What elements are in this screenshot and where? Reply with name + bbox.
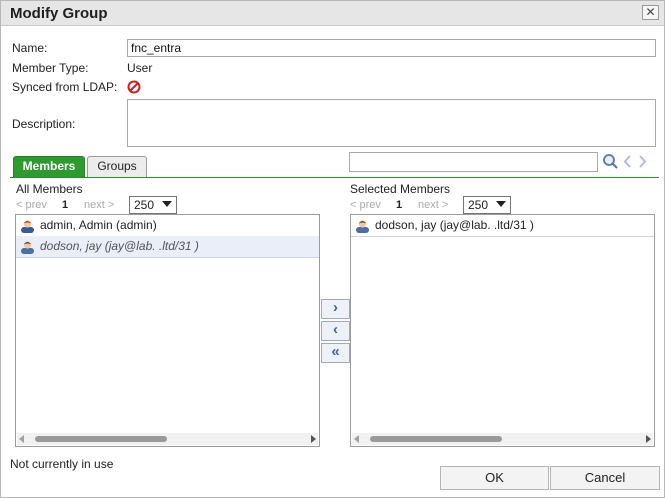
list-item[interactable]: admin, Admin (admin) (16, 215, 319, 236)
all-members-list[interactable]: admin, Admin (admin) dodson, jay (jay@la… (15, 214, 320, 447)
scroll-left-icon[interactable] (19, 435, 24, 443)
user-icon (356, 220, 369, 233)
all-members-next-link[interactable]: next > (84, 199, 114, 211)
all-members-page-size-value: 250 (134, 198, 155, 212)
dialog-title: Modify Group (10, 5, 108, 22)
list-item-label: dodson, jay (jay@lab. .ltd/31 ) (40, 239, 199, 253)
member-type-value: User (127, 61, 153, 75)
usage-status: Not currently in use (10, 457, 114, 471)
close-button[interactable]: ✕ (642, 5, 659, 20)
all-members-scrollbar[interactable] (17, 433, 318, 445)
ok-button[interactable]: OK (440, 466, 549, 490)
scroll-right-icon[interactable] (646, 435, 651, 443)
search-input[interactable] (349, 152, 598, 172)
all-members-prev-link[interactable]: < prev (16, 199, 47, 211)
synced-ldap-label: Synced from LDAP: (12, 80, 118, 94)
cancel-button[interactable]: Cancel (550, 466, 660, 490)
all-members-page-size-select[interactable]: 250 (129, 196, 177, 214)
list-item[interactable]: dodson, jay (jay@lab. .ltd/31 ) (16, 236, 319, 257)
selected-members-page-size-select[interactable]: 250 (463, 196, 511, 214)
add-member-button[interactable]: › (321, 299, 350, 319)
tab-groups[interactable]: Groups (87, 156, 147, 177)
remove-member-button[interactable]: ‹ (321, 321, 350, 341)
description-field[interactable] (127, 99, 656, 147)
selected-members-prev-link[interactable]: < prev (350, 199, 381, 211)
list-item-label: dodson, jay (jay@lab. .ltd/31 ) (375, 218, 534, 232)
modify-group-dialog: Modify Group ✕ Name: Member Type: User S… (0, 0, 665, 498)
all-members-page-number: 1 (62, 199, 69, 211)
description-label: Description: (12, 117, 76, 131)
user-icon (21, 220, 34, 233)
name-label: Name: (12, 41, 48, 55)
row-divider (351, 236, 654, 237)
chevron-left-icon[interactable] (622, 154, 632, 169)
user-icon (21, 241, 34, 254)
search-icon[interactable] (602, 153, 619, 170)
remove-all-members-button[interactable]: « (321, 343, 350, 363)
selected-members-scrollbar[interactable] (352, 433, 653, 445)
scrollbar-thumb[interactable] (370, 436, 502, 442)
selected-members-next-link[interactable]: next > (418, 199, 448, 211)
name-field[interactable] (127, 39, 656, 57)
list-item-label: admin, Admin (admin) (40, 218, 157, 232)
selected-members-page-size-value: 250 (468, 198, 489, 212)
all-members-heading: All Members (16, 182, 83, 196)
selected-members-page-number: 1 (396, 199, 403, 211)
scroll-left-icon[interactable] (354, 435, 359, 443)
selected-members-heading: Selected Members (350, 182, 451, 196)
dialog-titlebar: Modify Group ✕ (1, 1, 664, 26)
chevron-down-icon (162, 201, 172, 207)
selected-members-list[interactable]: dodson, jay (jay@lab. .ltd/31 ) (350, 214, 655, 447)
list-item[interactable]: dodson, jay (jay@lab. .ltd/31 ) (351, 215, 654, 236)
prohibited-icon (127, 80, 141, 94)
scroll-right-icon[interactable] (311, 435, 316, 443)
scrollbar-thumb[interactable] (35, 436, 167, 442)
chevron-right-icon[interactable] (638, 154, 648, 169)
tab-members[interactable]: Members (13, 156, 85, 177)
member-type-label: Member Type: (12, 61, 89, 75)
chevron-down-icon (496, 201, 506, 207)
row-divider (16, 257, 319, 258)
